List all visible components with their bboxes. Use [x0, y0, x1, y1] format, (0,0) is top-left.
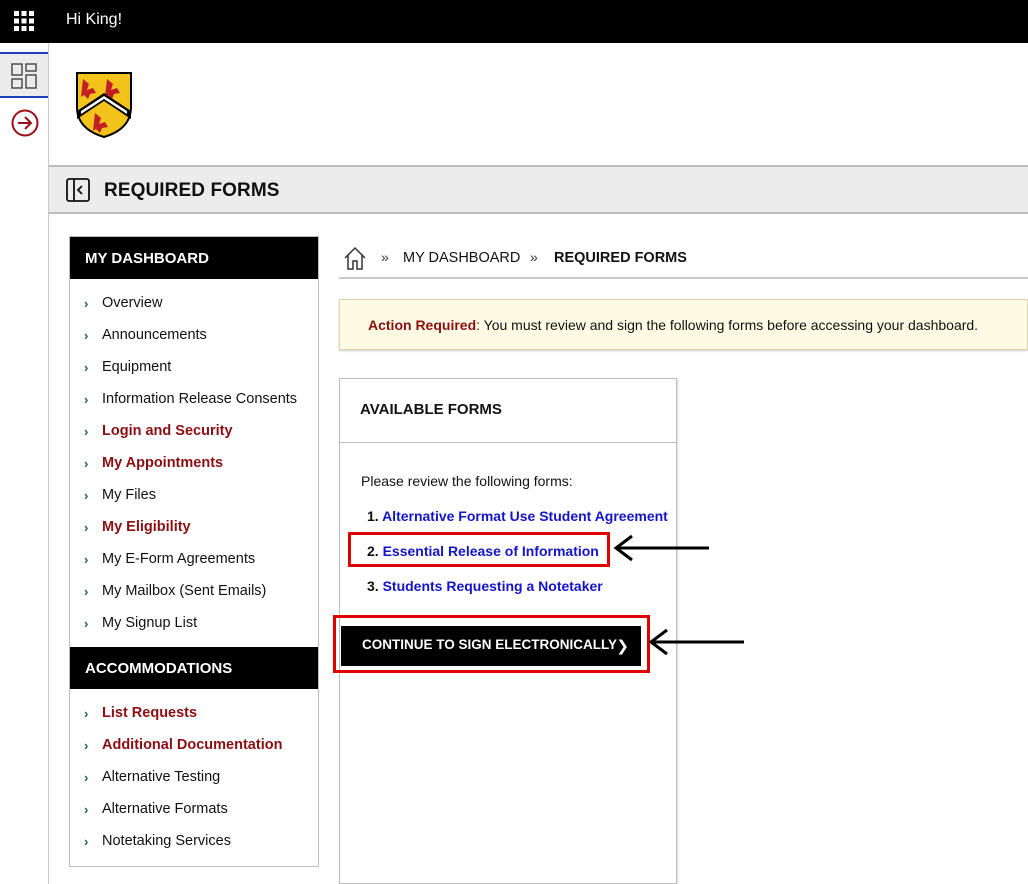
page-title: REQUIRED FORMS	[104, 180, 280, 201]
chevron-right-icon: ›	[84, 551, 89, 567]
sidebar-item-label: My Eligibility	[102, 519, 191, 535]
sidebar-item-my-signup-list[interactable]: › My Signup List	[70, 607, 318, 639]
menu-heading-dashboard: MY DASHBOARD	[70, 237, 318, 279]
sidebar-item-label: My Mailbox (Sent Emails)	[102, 583, 267, 599]
breadcrumb-current: REQUIRED FORMS	[554, 250, 687, 266]
breadcrumb-separator-icon: »	[530, 249, 538, 265]
form-number: 1.	[367, 508, 379, 524]
sidebar-item-label: Information Release Consents	[102, 391, 298, 407]
card-heading: AVAILABLE FORMS	[340, 379, 676, 443]
sidebar-item-label: My Signup List	[102, 615, 198, 631]
chevron-right-icon: ›	[84, 769, 89, 785]
sidebar-item-label: Notetaking Services	[102, 833, 231, 849]
sidebar-item-notetaking-services[interactable]: › Notetaking Services	[70, 825, 318, 857]
chevron-right-icon: ›	[84, 295, 89, 311]
form-link-alternative-format[interactable]: Alternative Format Use Student Agreement	[382, 508, 668, 524]
home-icon[interactable]	[342, 245, 368, 271]
chevron-right-icon: ›	[84, 615, 89, 631]
sidebar-item-label: Announcements	[102, 327, 207, 343]
sidebar-item-label: Login and Security	[102, 423, 233, 439]
sidebar-item-label: Alternative Formats	[102, 801, 228, 817]
sidebar-item-label: Overview	[102, 295, 163, 311]
chevron-right-icon: ›	[84, 801, 89, 817]
sidebar-item-information-release-consents[interactable]: › Information Release Consents	[70, 383, 318, 415]
form-item-1: 1. Alternative Format Use Student Agreem…	[367, 508, 668, 524]
alert-label: Action Required	[368, 317, 477, 333]
sidebar-item-label: My Files	[102, 487, 156, 503]
chevron-right-icon: ›	[84, 705, 89, 721]
chevron-right-icon: ›	[84, 519, 89, 535]
sidebar-item-alternative-testing[interactable]: › Alternative Testing	[70, 761, 318, 793]
sidebar-item-login-and-security[interactable]: › Login and Security	[70, 415, 318, 447]
sidebar-collapse-icon[interactable]	[66, 178, 90, 202]
sidebar-item-additional-documentation[interactable]: › Additional Documentation	[70, 729, 318, 761]
annotation-arrow-icon	[613, 534, 709, 562]
annotation-arrow-icon	[648, 628, 744, 656]
breadcrumb: » MY DASHBOARD » REQUIRED FORMS	[339, 241, 1028, 279]
forms-intro-text: Please review the following forms:	[361, 473, 573, 489]
sidebar-item-label: Equipment	[102, 359, 172, 375]
annotation-highlight-box	[333, 615, 650, 673]
sidebar-item-alternative-formats[interactable]: › Alternative Formats	[70, 793, 318, 825]
greeting-text: Hi King!	[66, 11, 123, 28]
sidebar-item-label: Alternative Testing	[102, 769, 221, 785]
chevron-right-icon: ›	[84, 423, 89, 439]
chevron-right-icon: ›	[84, 737, 89, 753]
action-required-alert: Action Required: You must review and sig…	[339, 299, 1028, 350]
menu-list-accommodations: › List Requests › Additional Documentation ›…	[70, 689, 318, 865]
chevron-right-icon: ›	[84, 487, 89, 503]
dashboard-icon[interactable]	[0, 52, 48, 98]
side-menu: MY DASHBOARD › Overview › Announcements › Equ…	[69, 236, 319, 867]
form-number: 3.	[367, 578, 379, 594]
sidebar-item-my-appointments[interactable]: › My Appointments	[70, 447, 318, 479]
chevron-right-icon: ›	[84, 359, 89, 375]
apps-grid-icon[interactable]	[10, 7, 38, 35]
sidebar-item-label: My E-Form Agreements	[102, 551, 256, 567]
breadcrumb-dashboard-link[interactable]: MY DASHBOARD	[403, 250, 520, 266]
university-crest-logo	[75, 71, 133, 139]
form-link-notetaker[interactable]: Students Requesting a Notetaker	[383, 578, 603, 594]
form-item-3: 3. Students Requesting a Notetaker	[367, 578, 603, 594]
sidebar-item-label: Additional Documentation	[102, 737, 283, 753]
menu-heading-accommodations: ACCOMMODATIONS	[70, 647, 318, 689]
alert-text: Action Required: You must review and sig…	[368, 317, 978, 333]
sidebar-item-overview[interactable]: › Overview	[70, 287, 318, 319]
left-rail	[0, 43, 49, 884]
chevron-right-icon: ›	[84, 391, 89, 407]
sidebar-item-list-requests[interactable]: › List Requests	[70, 697, 318, 729]
annotation-highlight-box	[348, 532, 610, 567]
sidebar-item-my-e-form-agreements[interactable]: › My E-Form Agreements	[70, 543, 318, 575]
alert-message: : You must review and sign the following…	[476, 317, 979, 333]
chevron-right-icon: ›	[84, 455, 89, 471]
top-bar: Hi King!	[0, 0, 1028, 43]
sidebar-item-my-eligibility[interactable]: › My Eligibility	[70, 511, 318, 543]
sidebar-item-label: List Requests	[102, 705, 198, 721]
menu-list-dashboard: › Overview › Announcements › Equipment › Inform…	[70, 279, 318, 647]
chevron-right-icon: ›	[84, 833, 89, 849]
chevron-right-icon: ›	[84, 327, 89, 343]
sidebar-item-label: My Appointments	[102, 455, 224, 471]
logout-arrow-icon[interactable]	[10, 108, 40, 138]
sidebar-item-my-mailbox-sent-emails[interactable]: › My Mailbox (Sent Emails)	[70, 575, 318, 607]
breadcrumb-separator-icon: »	[381, 249, 389, 265]
sidebar-item-announcements[interactable]: › Announcements	[70, 319, 318, 351]
sidebar-item-equipment[interactable]: › Equipment	[70, 351, 318, 383]
sidebar-item-my-files[interactable]: › My Files	[70, 479, 318, 511]
chevron-right-icon: ›	[84, 583, 89, 599]
page-header-bar: REQUIRED FORMS	[49, 165, 1028, 214]
